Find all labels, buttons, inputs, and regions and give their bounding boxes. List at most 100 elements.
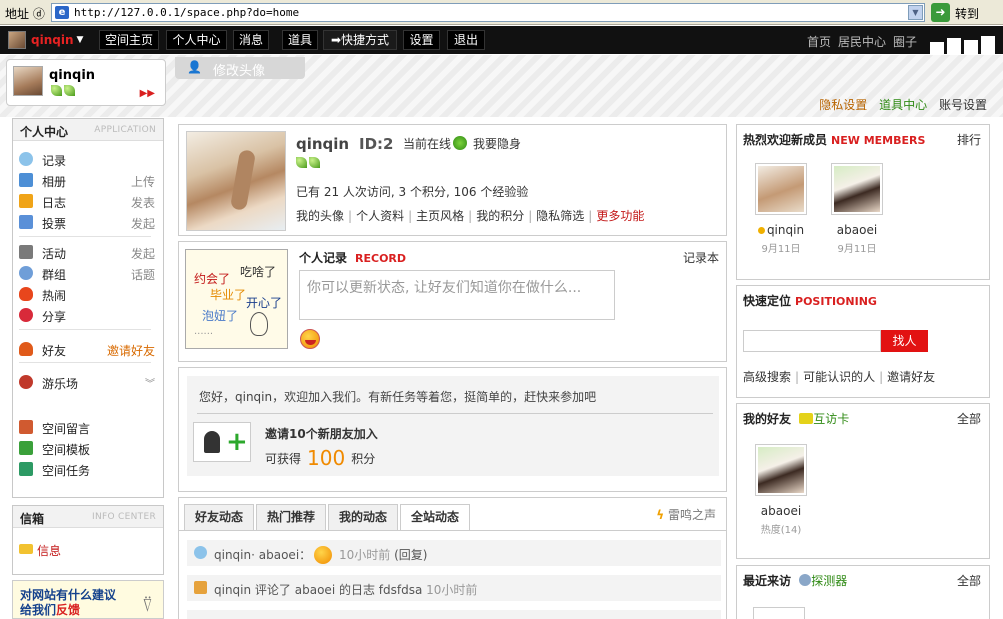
brand-avatar: [8, 31, 26, 49]
invite-icon[interactable]: +: [193, 422, 251, 462]
sidebar-item-poll[interactable]: 投票 发起: [19, 212, 159, 232]
nav-shortcuts[interactable]: ➡快捷方式: [323, 30, 397, 50]
privacy-settings-link[interactable]: 隐私设置: [819, 98, 867, 112]
expand-chevron-icon[interactable]: ︾: [145, 375, 155, 390]
sidebar-item-guestbook[interactable]: 空间留言: [19, 417, 159, 437]
invisible-toggle[interactable]: 我要隐身: [473, 135, 521, 152]
nav-resident-center[interactable]: 居民中心: [838, 33, 886, 50]
avatar[interactable]: [13, 66, 43, 96]
tab-site-activity[interactable]: 全站动态: [400, 504, 470, 531]
doodle-text: 吃啥了: [240, 265, 277, 279]
nav-circle[interactable]: 圈子: [893, 33, 917, 50]
invite-friends-link[interactable]: 邀请好友: [107, 342, 155, 359]
feedback-link[interactable]: 反馈: [56, 603, 80, 617]
nav-home[interactable]: 首页: [807, 33, 831, 50]
feed-user-link[interactable]: abaoei: [259, 548, 299, 562]
avatar[interactable]: [753, 607, 805, 619]
sidebar-item-label: 空间留言: [42, 422, 91, 436]
double-arrow-icon[interactable]: ▶▶: [140, 88, 155, 99]
feed-blog-link[interactable]: abaoei 的日志 fdsfdsa: [295, 583, 423, 597]
user-name[interactable]: qinqin: [49, 68, 95, 83]
inbox-messages[interactable]: 信息: [19, 539, 159, 559]
more-functions-link[interactable]: 更多功能: [596, 209, 644, 223]
tab-friend-activity[interactable]: 好友动态: [184, 504, 254, 530]
emoji-icon[interactable]: [300, 329, 320, 349]
privacy-filter-link[interactable]: 隐私筛选: [536, 209, 584, 223]
record-doodle: 约会了 吃啥了 毕业了 开心了 泡妞了 ......: [185, 249, 288, 349]
find-people-button[interactable]: 找人: [881, 330, 928, 352]
create-event-link[interactable]: 发起: [131, 245, 155, 262]
friend-card[interactable]: abaoei 热度(14): [751, 444, 811, 536]
profile-info-link[interactable]: 个人资料: [356, 209, 404, 223]
ranking-link[interactable]: 排行: [957, 131, 981, 148]
profile-name[interactable]: qinqin: [296, 135, 349, 153]
avatar[interactable]: [755, 444, 807, 496]
sidebar-item-label: 日志: [42, 196, 67, 210]
sidebar-item-friends[interactable]: 好友 邀请好友: [19, 339, 159, 359]
sidebar-item-events[interactable]: 活动 发起: [19, 242, 159, 262]
search-input[interactable]: [743, 330, 881, 352]
nav-space-home[interactable]: 空间主页: [99, 30, 159, 50]
detector-link[interactable]: 探测器: [811, 574, 847, 588]
topic-link[interactable]: 话题: [131, 266, 155, 283]
record-title-en: RECORD: [355, 252, 407, 265]
reply-link[interactable]: (回复): [394, 548, 427, 562]
create-poll-link[interactable]: 发起: [131, 215, 155, 232]
invite-friends-link[interactable]: 邀请好友: [887, 370, 935, 384]
record-book-link[interactable]: 记录本: [683, 249, 719, 266]
visit-card-link[interactable]: 互访卡: [813, 412, 849, 426]
advanced-search-link[interactable]: 高级搜索: [743, 370, 791, 384]
avatar[interactable]: [755, 163, 807, 215]
tab-my-activity[interactable]: 我的动态: [328, 504, 398, 530]
profile-photo[interactable]: [186, 131, 286, 231]
speech-bubble-icon: [19, 152, 33, 166]
personal-center-panel: 个人中心 APPLICATION 记录 相册 上传 日志 发表 投票 发起 活动 发起 …: [12, 118, 164, 498]
avatar-image: [758, 166, 804, 212]
sidebar-item-album[interactable]: 相册 上传: [19, 170, 159, 190]
people-you-may-know-link[interactable]: 可能认识的人: [803, 370, 875, 384]
my-points-link[interactable]: 我的积分: [476, 209, 524, 223]
sidebar-item-templates[interactable]: 空间模板: [19, 438, 159, 458]
feed-user-link[interactable]: qinqin: [214, 548, 251, 562]
member-card[interactable]: qinqin 9月11日: [751, 163, 811, 255]
all-friends-link[interactable]: 全部: [957, 410, 981, 427]
feedback-banner[interactable]: 对网站有什么建议 给我们反馈 ⍢: [12, 580, 164, 619]
avatar[interactable]: [831, 163, 883, 215]
invite-title[interactable]: 邀请10个新朋友加入: [265, 425, 378, 442]
address-url[interactable]: http://127.0.0.1/space.php?do=home: [74, 6, 299, 19]
my-avatar-link[interactable]: 我的头像: [296, 209, 344, 223]
status-input[interactable]: 你可以更新状态, 让好友们知道你在做什么...: [299, 270, 615, 320]
props-center-link[interactable]: 道具中心: [879, 98, 927, 112]
all-visitors-link[interactable]: 全部: [957, 572, 981, 589]
chevron-down-icon[interactable]: ▼: [908, 5, 923, 20]
nav-props[interactable]: 道具: [282, 30, 318, 50]
member-card[interactable]: abaoei 9月11日: [827, 163, 887, 255]
sidebar-item-tasks[interactable]: 空间任务: [19, 459, 159, 479]
sidebar-item-hot[interactable]: 热闹: [19, 284, 159, 304]
nav-personal-center[interactable]: 个人中心: [166, 30, 227, 50]
sidebar-item-share[interactable]: 分享: [19, 305, 159, 325]
brand-menu[interactable]: qinqin ▼: [8, 29, 90, 51]
home-style-link[interactable]: 主页风格: [416, 209, 464, 223]
nav-messages[interactable]: 消息: [233, 30, 269, 50]
member-name[interactable]: abaoei: [827, 223, 887, 237]
friend-name[interactable]: abaoei: [751, 504, 811, 518]
nav-logout[interactable]: 退出: [447, 30, 485, 50]
thunder-link[interactable]: ϟ 雷鸣之声: [656, 506, 716, 523]
thunder-label: 雷鸣之声: [667, 508, 716, 522]
tab-hot-recommend[interactable]: 热门推荐: [256, 504, 326, 530]
feed-user-link[interactable]: qinqin 评论了: [214, 583, 291, 597]
account-settings-link[interactable]: 账号设置: [939, 98, 987, 112]
member-name[interactable]: qinqin: [751, 223, 811, 237]
sidebar-item-groups[interactable]: 群组 话题: [19, 263, 159, 283]
doodle-text: ......: [194, 326, 214, 337]
upload-link[interactable]: 上传: [131, 173, 155, 190]
nav-settings[interactable]: 设置: [403, 30, 440, 50]
sidebar-item-playground[interactable]: 游乐场 ︾: [19, 372, 159, 392]
publish-link[interactable]: 发表: [131, 194, 155, 211]
sidebar-item-blog[interactable]: 日志 发表: [19, 191, 159, 211]
edit-avatar-tab[interactable]: 👤 修改头像: [175, 57, 305, 79]
sidebar-item-records[interactable]: 记录: [19, 149, 159, 169]
address-field[interactable]: e http://127.0.0.1/space.php?do=home ▼: [51, 3, 925, 22]
go-button[interactable]: ➜ 转到: [931, 3, 991, 22]
